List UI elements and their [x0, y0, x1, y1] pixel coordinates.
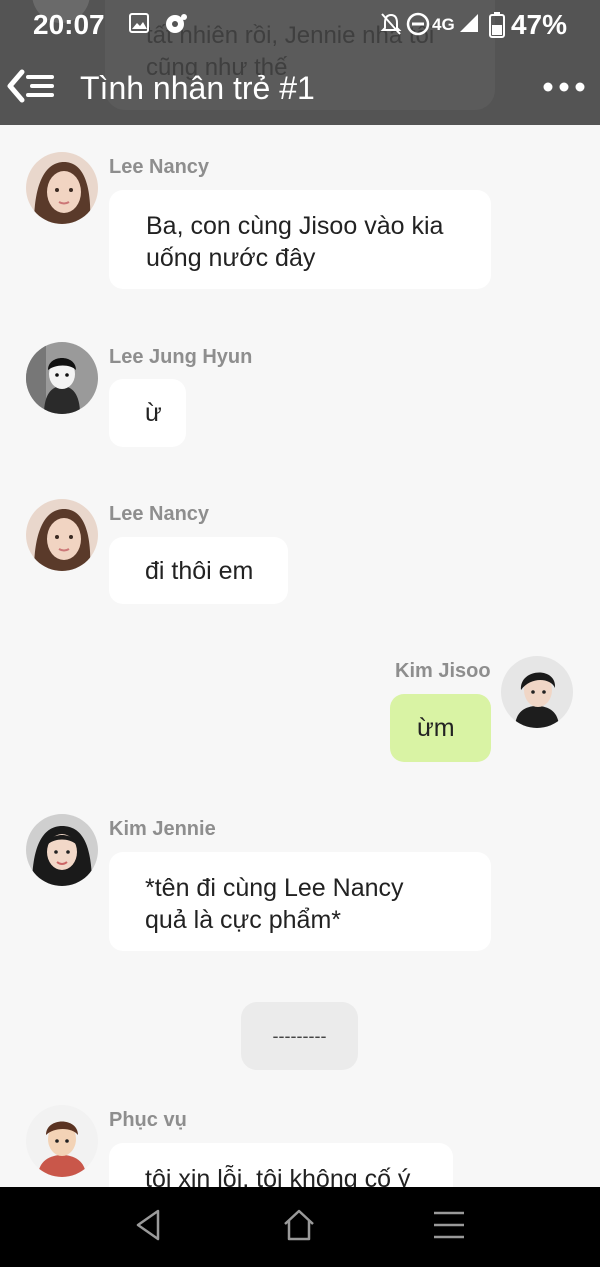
back-menu-icon[interactable] [6, 68, 58, 108]
message-bubble[interactable]: *tên đi cùng Lee Nancy quả là cực phẩm* [109, 852, 491, 951]
message-bubble-self[interactable]: ừm [390, 694, 491, 762]
sender-name: Phục vụ [109, 1109, 187, 1131]
avatar-kim-jennie[interactable] [26, 814, 98, 886]
nav-back-icon[interactable] [134, 1207, 164, 1243]
chat-title: Tình nhân trẻ #1 [80, 70, 315, 106]
more-icon[interactable] [542, 72, 586, 102]
avatar-lee-nancy[interactable] [26, 499, 98, 571]
nav-home-icon[interactable] [282, 1207, 316, 1243]
app-header: tất nhiên rồi, Jennie nhà tôi cũng như t… [0, 0, 600, 125]
nav-recents-icon[interactable] [433, 1207, 465, 1243]
signal-icon [460, 14, 478, 32]
avatar-lee-jung-hyun[interactable] [26, 342, 98, 414]
toolbar: Tình nhân trẻ #1 [0, 58, 600, 118]
message-bubble[interactable]: Ba, con cùng Jisoo vào kia uống nước đây [109, 190, 491, 289]
avatar-phuc-vu[interactable] [26, 1105, 98, 1177]
sender-name: Kim Jisoo [395, 660, 491, 682]
sender-name: Lee Nancy [109, 156, 210, 178]
gallery-icon [129, 13, 149, 33]
avatar-kim-jisoo[interactable] [501, 656, 573, 728]
system-message: --------- [241, 1002, 358, 1070]
avatar-lee-nancy[interactable] [26, 152, 98, 224]
battery-percent: 47% [510, 9, 567, 40]
message-bubble[interactable]: đi thôi em [109, 537, 288, 604]
network-type: 4G [432, 15, 455, 34]
battery-icon [489, 12, 505, 38]
status-bar: 20:07 4G 47% [0, 0, 600, 52]
sender-name: Lee Jung Hyun [109, 346, 253, 368]
sender-name: Kim Jennie [109, 818, 216, 840]
status-time: 20:07 [33, 9, 105, 40]
message-bubble[interactable]: ừ [109, 379, 186, 447]
system-nav-bar [0, 1187, 600, 1267]
mute-icon [380, 13, 402, 35]
dnd-icon [406, 12, 430, 36]
sender-name: Lee Nancy [109, 503, 210, 525]
notification-icon [166, 14, 187, 33]
